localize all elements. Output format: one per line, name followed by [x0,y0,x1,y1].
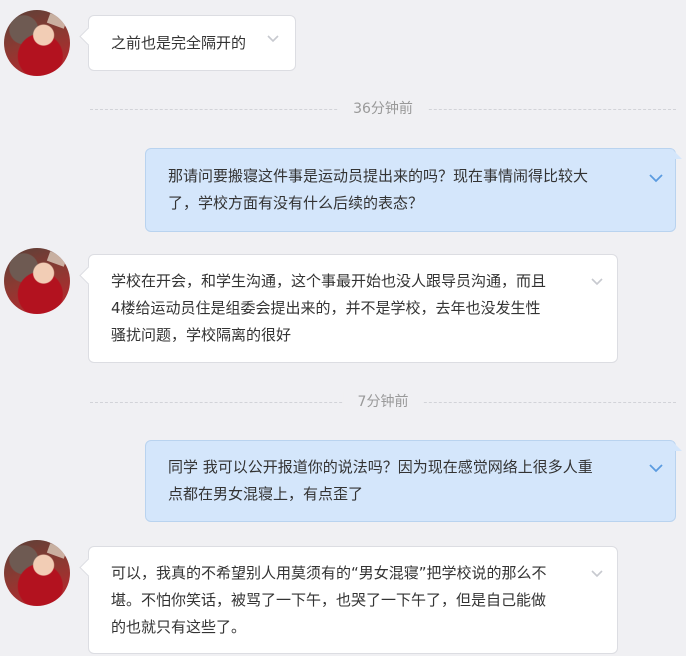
chevron-down-icon[interactable] [267,32,279,44]
message-text-line: 那请问要搬寝这件事是运动员提出来的吗？现在事情闹得比较大 [168,167,589,185]
message-text-line: 骚扰问题，学校隔离的很好 [111,326,292,344]
message-bubble-incoming[interactable]: 可以，我真的不希望别人用莫须有的“男女混寝”把学校说的那么不 堪。不怕你笑话，被… [88,546,618,654]
message-text-line: 点都在男女混寝上，有点歪了 [168,485,364,503]
timestamp-divider: 7分钟前 [90,392,676,412]
message-text-line: 的也就只有这些了。 [111,618,247,636]
message-bubble-incoming[interactable]: 之前也是完全隔开的 [88,15,296,71]
timestamp: 7分钟前 [343,392,423,412]
chevron-down-icon[interactable] [591,275,603,287]
message-text-line: 可以，我真的不希望别人用莫须有的“男女混寝”把学校说的那么不 [111,564,547,582]
message-text: 之前也是完全隔开的 [111,34,247,52]
message-bubble-outgoing[interactable]: 那请问要搬寝这件事是运动员提出来的吗？现在事情闹得比较大 了，学校方面有没有什么… [145,148,682,232]
message-bubble-incoming[interactable]: 学校在开会，和学生沟通，这个事最开始也没人跟导员沟通，而且 4楼给运动员住是组委… [88,254,618,363]
message-text-line: 学校在开会，和学生沟通，这个事最开始也没人跟导员沟通，而且 [111,272,547,290]
message-text-line: 4楼给运动员住是组委会提出来的，并不是学校，去年也没发生性 [111,299,541,317]
chevron-down-icon[interactable] [591,567,603,579]
timestamp: 36分钟前 [339,99,427,119]
contact-avatar[interactable] [4,540,70,606]
contact-avatar[interactable] [4,248,70,314]
chevron-down-icon[interactable] [649,171,663,183]
chevron-down-icon[interactable] [649,461,663,473]
message-text-line: 堪。不怕你笑话，被骂了一下午，也哭了一下午了，但是自己能做 [111,591,547,609]
message-text-line: 同学 我可以公开报道你的说法吗？因为现在感觉网络上很多人重 [168,458,593,476]
message-text-line: 了，学校方面有没有什么后续的表态？ [168,194,424,212]
timestamp-divider: 36分钟前 [90,99,676,119]
contact-avatar[interactable] [4,10,70,76]
message-bubble-outgoing[interactable]: 同学 我可以公开报道你的说法吗？因为现在感觉网络上很多人重 点都在男女混寝上，有… [145,440,682,522]
